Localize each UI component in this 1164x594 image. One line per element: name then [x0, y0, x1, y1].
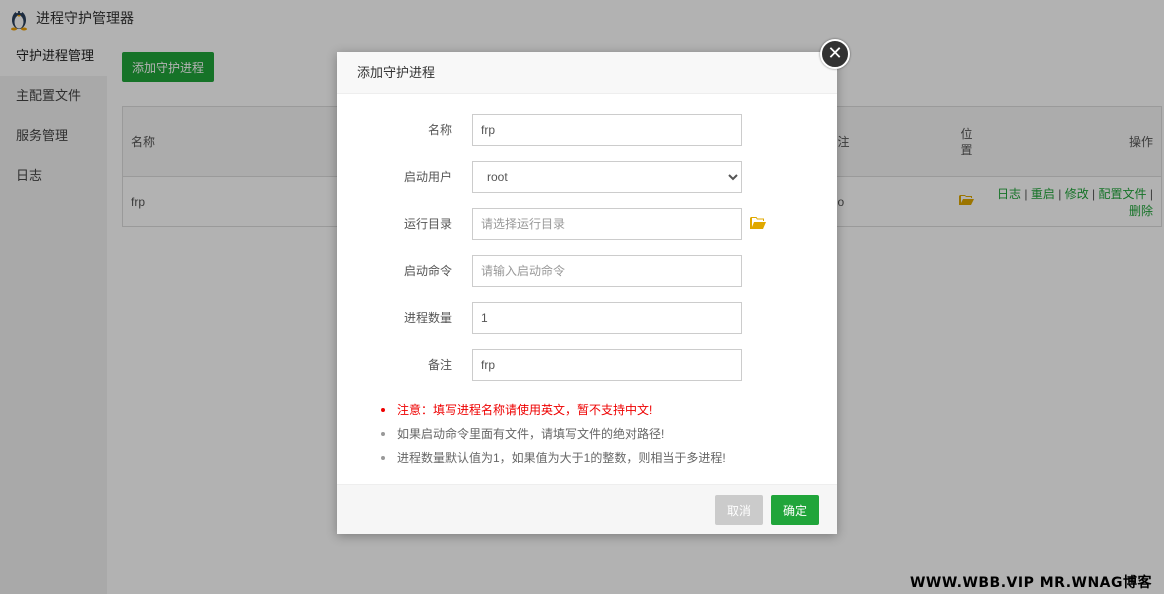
name-input[interactable]: [472, 114, 742, 146]
count-label: 进程数量: [403, 311, 452, 325]
tips-list: 注意：填写进程名称请使用英文，暂不支持中文! 如果启动命令里面有文件，请填写文件…: [379, 398, 819, 470]
add-daemon-dialog: 添加守护进程 ✕ 名称 启动用户 root 运行目录 启动命令 进程数量 备注 …: [337, 39, 850, 534]
form-row-name: 名称: [337, 114, 837, 146]
dialog-footer: 取消 确定: [337, 484, 837, 534]
form-row-dir: 运行目录: [337, 208, 837, 240]
form-row-count: 进程数量: [337, 302, 837, 334]
close-icon[interactable]: ✕: [820, 39, 850, 69]
note-label: 备注: [427, 358, 452, 372]
form-row-user: 启动用户 root: [337, 161, 837, 193]
folder-open-icon[interactable]: [750, 216, 766, 230]
confirm-button[interactable]: 确定: [771, 495, 819, 525]
user-label: 启动用户: [403, 170, 452, 184]
command-label: 启动命令: [403, 264, 452, 278]
form-row-note: 备注: [337, 349, 837, 381]
tip-item: 如果启动命令里面有文件，请填写文件的绝对路径!: [379, 422, 819, 446]
dir-label: 运行目录: [403, 217, 452, 231]
note-input[interactable]: [472, 349, 742, 381]
cancel-button[interactable]: 取消: [715, 495, 763, 525]
form-row-command: 启动命令: [337, 255, 837, 287]
dialog-title: 添加守护进程: [337, 52, 837, 94]
dir-input[interactable]: [472, 208, 742, 240]
count-input[interactable]: [472, 302, 742, 334]
user-select[interactable]: root: [472, 161, 742, 193]
tip-item-warning: 注意：填写进程名称请使用英文，暂不支持中文!: [379, 398, 819, 422]
tip-item: 进程数量默认值为1，如果值为大于1的整数，则相当于多进程!: [379, 446, 819, 470]
name-label: 名称: [427, 123, 452, 137]
command-input[interactable]: [472, 255, 742, 287]
